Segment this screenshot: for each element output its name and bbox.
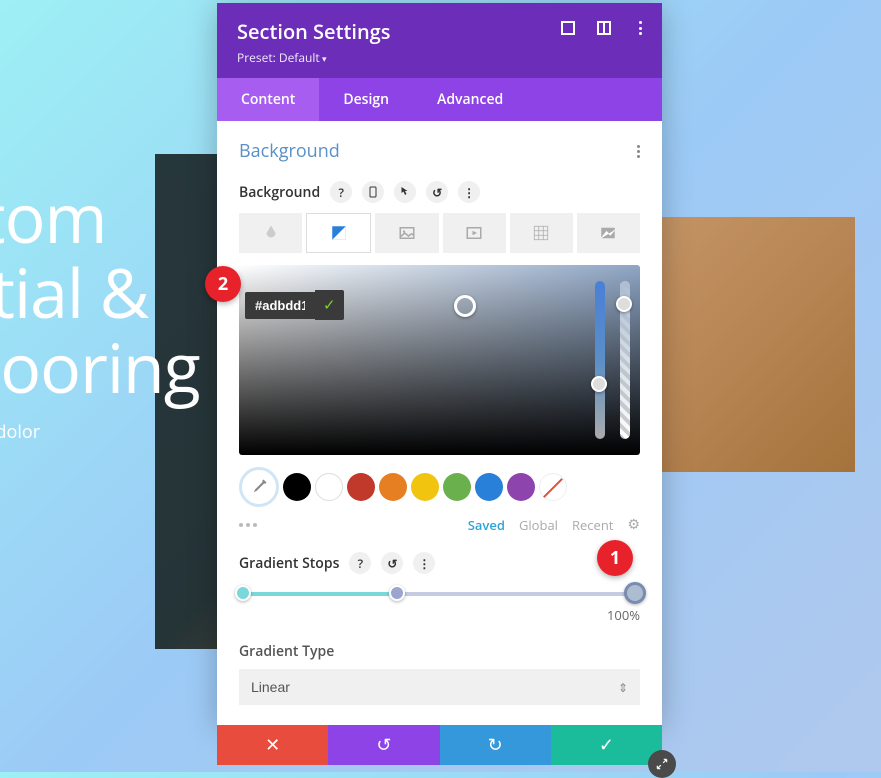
swatch-orange[interactable] bbox=[379, 473, 407, 501]
hero-line-1: stom bbox=[0, 180, 200, 255]
hue-handle[interactable] bbox=[591, 376, 607, 392]
gradient-stop-1[interactable] bbox=[235, 585, 251, 601]
hero-line-2: ntial & bbox=[0, 255, 200, 330]
device-icon[interactable] bbox=[362, 181, 384, 203]
panel-header: Section Settings Preset: Default bbox=[217, 3, 662, 78]
swatch-black[interactable] bbox=[283, 473, 311, 501]
hero-sub-2: tem. bbox=[0, 461, 200, 488]
bg-type-video[interactable] bbox=[443, 213, 506, 253]
bg-type-pattern[interactable] bbox=[510, 213, 573, 253]
swatch-green[interactable] bbox=[443, 473, 471, 501]
hero-image-right bbox=[660, 217, 855, 472]
options-icon[interactable]: ⋮ bbox=[458, 181, 480, 203]
background-type-tabs bbox=[239, 213, 640, 253]
gradient-stop-2[interactable] bbox=[389, 585, 405, 601]
hex-input[interactable] bbox=[245, 292, 315, 319]
tabs: Content Design Advanced bbox=[217, 78, 662, 121]
reset-icon[interactable]: ↺ bbox=[426, 181, 448, 203]
annotation-marker-1: 1 bbox=[597, 540, 633, 576]
bg-type-gradient[interactable] bbox=[306, 213, 371, 253]
undo-button[interactable]: ↺ bbox=[328, 725, 439, 765]
hero-text: stom ntial & Flooring mnis dolor tem. bbox=[0, 180, 200, 488]
hover-icon[interactable] bbox=[394, 181, 416, 203]
tab-advanced[interactable]: Advanced bbox=[413, 78, 527, 121]
swatch-red[interactable] bbox=[347, 473, 375, 501]
section-menu-icon[interactable] bbox=[637, 145, 640, 158]
gradient-position-value: 100% bbox=[239, 606, 640, 624]
color-handle[interactable] bbox=[454, 295, 476, 317]
split-view-icon[interactable] bbox=[597, 21, 611, 35]
help-icon[interactable]: ? bbox=[330, 181, 352, 203]
swatch-blue[interactable] bbox=[475, 473, 503, 501]
hero-sub-1: mnis dolor bbox=[0, 419, 200, 446]
gradient-stops-label: Gradient Stops bbox=[239, 554, 339, 573]
gradient-reset-icon[interactable]: ↺ bbox=[381, 552, 403, 574]
bg-type-color[interactable] bbox=[239, 213, 302, 253]
palette-settings-icon[interactable]: ⚙ bbox=[627, 515, 640, 534]
bg-type-mask[interactable] bbox=[577, 213, 640, 253]
redo-button[interactable]: ↻ bbox=[440, 725, 551, 765]
gradient-slider[interactable] bbox=[239, 588, 640, 600]
hero-line-3: Flooring bbox=[0, 330, 200, 405]
swatch-purple[interactable] bbox=[507, 473, 535, 501]
section-title[interactable]: Background bbox=[239, 139, 340, 163]
gradient-help-icon[interactable]: ? bbox=[349, 552, 371, 574]
hue-slider[interactable] bbox=[595, 281, 605, 439]
swatch-yellow[interactable] bbox=[411, 473, 439, 501]
background-label: Background bbox=[239, 183, 320, 202]
expand-icon[interactable] bbox=[561, 21, 575, 35]
resize-handle[interactable] bbox=[648, 750, 676, 778]
save-button[interactable]: ✓ bbox=[551, 725, 662, 765]
panel-body: Background Background ? ↺ ⋮ ✓ bbox=[217, 121, 662, 725]
eyedropper-button[interactable] bbox=[239, 467, 279, 507]
swatch-white[interactable] bbox=[315, 473, 343, 501]
gradient-type-label: Gradient Type bbox=[239, 642, 640, 661]
recent-tab[interactable]: Recent bbox=[572, 516, 613, 534]
gradient-stop-3[interactable] bbox=[624, 582, 646, 604]
gradient-type-select[interactable]: Linear bbox=[239, 669, 640, 705]
hex-confirm-button[interactable]: ✓ bbox=[315, 290, 344, 320]
swatch-more-icon[interactable] bbox=[239, 523, 257, 527]
bg-type-image[interactable] bbox=[375, 213, 438, 253]
swatch-none[interactable] bbox=[539, 473, 567, 501]
cancel-button[interactable]: ✕ bbox=[217, 725, 328, 765]
tab-content[interactable]: Content bbox=[217, 78, 319, 121]
color-swatches bbox=[239, 467, 640, 507]
settings-panel: Section Settings Preset: Default Content… bbox=[217, 3, 662, 725]
alpha-slider[interactable] bbox=[620, 281, 630, 439]
preset-selector[interactable]: Preset: Default bbox=[237, 49, 642, 66]
more-menu-icon[interactable] bbox=[633, 21, 647, 35]
tab-design[interactable]: Design bbox=[319, 78, 413, 121]
global-tab[interactable]: Global bbox=[519, 516, 558, 534]
saved-tab[interactable]: Saved bbox=[468, 516, 505, 534]
panel-footer: ✕ ↺ ↻ ✓ bbox=[217, 725, 662, 765]
gradient-options-icon[interactable]: ⋮ bbox=[413, 552, 435, 574]
color-picker[interactable]: ✓ bbox=[239, 265, 640, 455]
annotation-marker-2: 2 bbox=[205, 266, 241, 302]
alpha-handle[interactable] bbox=[616, 296, 632, 312]
